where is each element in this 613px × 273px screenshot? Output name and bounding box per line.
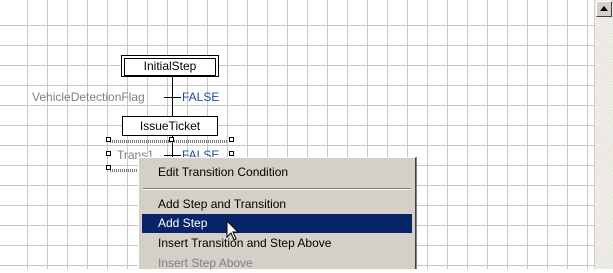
triangle-up-icon — [600, 6, 608, 11]
selection-handle[interactable] — [106, 137, 111, 142]
menu-item-insert-transition-and-step-above[interactable]: Insert Transition and Step Above — [142, 234, 412, 253]
menu-item-edit-transition-condition[interactable]: Edit Transition Condition — [142, 163, 412, 182]
mouse-pointer-icon — [226, 220, 240, 241]
step-initial[interactable]: InitialStep — [121, 55, 219, 77]
selection-handle[interactable] — [106, 151, 111, 156]
scroll-up-button[interactable] — [596, 1, 612, 17]
selection-handle[interactable] — [169, 137, 174, 142]
transition-label: VehicleDetectionFlag — [32, 90, 145, 104]
menu-separator — [143, 188, 411, 190]
menu-item-insert-step-above: Insert Step Above — [158, 256, 253, 270]
selection-handle[interactable] — [229, 137, 234, 142]
menu-item-add-step[interactable]: Add Step — [142, 214, 412, 233]
transition-condition[interactable]: FALSE — [182, 90, 219, 104]
selection-outline — [110, 169, 140, 172]
step-issue-ticket[interactable]: IssueTicket — [122, 116, 218, 136]
vertical-scrollbar[interactable] — [594, 0, 613, 269]
menu-item-add-step-and-transition[interactable]: Add Step and Transition — [142, 195, 412, 214]
context-menu: Edit Transition Condition Add Step and T… — [138, 157, 416, 270]
selection-handle[interactable] — [229, 151, 234, 156]
transition-bar[interactable] — [164, 97, 181, 98]
transition-bar[interactable] — [164, 155, 181, 156]
step-initial-label: InitialStep — [124, 58, 216, 76]
selection-handle[interactable] — [106, 165, 111, 170]
